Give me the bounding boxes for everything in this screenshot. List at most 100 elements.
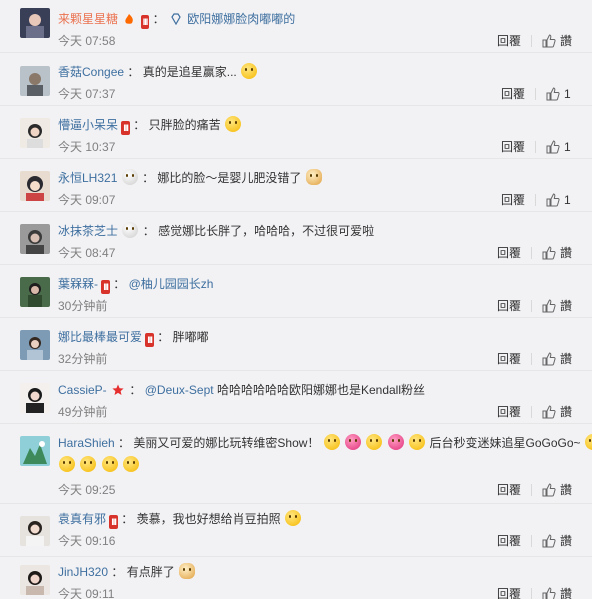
avatar[interactable] <box>20 224 50 254</box>
avatar[interactable] <box>20 516 50 546</box>
avatar[interactable] <box>20 330 50 360</box>
red-star-icon <box>112 383 124 395</box>
divider <box>530 247 532 259</box>
comment-meta: 今天 08:47 回覆 讚 <box>58 244 572 262</box>
comment-body: 香菇Congee ： 真的是追星赢家... <box>58 63 572 81</box>
vip-badge: III <box>140 15 150 29</box>
avatar[interactable] <box>20 277 50 307</box>
comment-body: 来颗星星糖 III ： 欧阳娜娜脸肉嘟嘟的 <box>58 12 296 29</box>
like-button[interactable]: 讚 <box>542 350 572 368</box>
comment-body: 娜比最棒最可爱 III ： 胖嘟嘟 <box>58 330 209 347</box>
reply-button[interactable]: 回覆 <box>501 191 525 209</box>
timestamp: 今天 09:11 <box>58 587 115 599</box>
comment-item: JinJH320 ： 有点胖了 今天 09:11 回覆 讚 <box>0 557 592 599</box>
reply-button[interactable]: 回覆 <box>497 481 521 499</box>
comment-text: 真的是追星赢家... <box>142 65 237 79</box>
avatar[interactable] <box>20 8 50 38</box>
thumbs-up-icon <box>542 534 556 548</box>
crying-face-emoji-icon <box>224 116 241 132</box>
crying-emoji-icon <box>284 510 301 526</box>
vip-badge: III <box>109 515 118 529</box>
like-count: 1 <box>564 193 571 207</box>
comment-actions: 回覆 讚 <box>497 481 572 499</box>
panda-badge-icon <box>122 222 139 238</box>
like-button[interactable]: 1 <box>546 138 572 156</box>
reply-button[interactable]: 回覆 <box>497 244 521 262</box>
comment-list: 来颗星星糖 III ： 欧阳娜娜脸肉嘟嘟的 今天 07:58 回覆 讚 香菇Co… <box>0 0 592 599</box>
mention-link[interactable]: @柚儿园园长zh <box>129 277 214 291</box>
reply-button[interactable]: 回覆 <box>497 532 521 550</box>
like-button[interactable]: 讚 <box>542 297 572 315</box>
avatar[interactable] <box>20 171 50 201</box>
divider <box>530 353 532 365</box>
like-button[interactable]: 讚 <box>542 481 572 499</box>
vip-badge: III <box>121 121 130 135</box>
like-button[interactable]: 1 <box>546 191 572 209</box>
shocked-emoji-icon <box>584 434 592 450</box>
reply-button[interactable]: 回覆 <box>497 585 521 599</box>
comment-meta: 今天 07:37 回覆 1 <box>58 85 572 103</box>
like-button[interactable]: 讚 <box>542 585 572 599</box>
reply-button[interactable]: 回覆 <box>497 297 521 315</box>
mention-link[interactable]: @Deux-Sept <box>145 383 214 397</box>
comment-item: HaraShieh ： 美丽又可爱的娜比玩转维密Show！ 后台秒变迷妹追星Go… <box>0 424 592 504</box>
username-link[interactable]: 香菇Congee <box>58 65 124 79</box>
reply-button[interactable]: 回覆 <box>501 138 525 156</box>
thumbs-up-icon <box>546 87 560 101</box>
username-link[interactable]: 葉槑槑- <box>58 277 98 291</box>
username-link[interactable]: 来颗星星糖 <box>58 12 118 26</box>
username-link[interactable]: HaraShieh <box>58 436 115 450</box>
comment-body: CassieP- ： @Deux-Sept 哈哈哈哈哈哈欧阳娜娜也是Kendal… <box>58 383 426 397</box>
username-link[interactable]: 懵逼小呆呆 <box>58 118 118 132</box>
divider <box>530 300 532 312</box>
thumbs-up-icon <box>542 299 556 313</box>
comment-meta: 今天 09:16 回覆 讚 <box>58 532 572 550</box>
like-button[interactable]: 讚 <box>542 244 572 262</box>
avatar[interactable] <box>20 436 50 466</box>
username-link[interactable]: JinJH320 <box>58 565 108 579</box>
username-link[interactable]: 娜比最棒最可爱 <box>58 330 142 344</box>
laughing-emoji-icon <box>241 63 258 79</box>
shocked-emoji-icon <box>101 456 118 472</box>
hearts-emoji-icon <box>345 434 362 450</box>
like-button[interactable]: 讚 <box>542 403 572 421</box>
reply-button[interactable]: 回覆 <box>497 32 521 50</box>
username-link[interactable]: 永恒LH321 <box>58 171 117 185</box>
avatar[interactable] <box>20 565 50 595</box>
username-link[interactable]: CassieP- <box>58 383 107 397</box>
thumbs-up-icon <box>542 483 556 497</box>
like-button[interactable]: 讚 <box>542 532 572 550</box>
avatar[interactable] <box>20 383 50 413</box>
cat-face-emoji-icon <box>305 169 322 185</box>
comment-actions: 回覆 讚 <box>497 532 572 550</box>
reply-button[interactable]: 回覆 <box>497 350 521 368</box>
thumbs-up-icon <box>542 246 556 260</box>
like-count: 1 <box>564 140 571 154</box>
comment-body: 永恒LH321 ： 娜比的脸～是婴儿肥没错了 <box>58 169 572 187</box>
comment-meta: 今天 09:07 回覆 1 <box>58 191 572 209</box>
comment-text: 娜比的脸～是婴儿肥没错了 <box>157 171 302 185</box>
comment-meta: 49分钟前 回覆 讚 <box>58 403 572 421</box>
vip-badge: III <box>101 280 110 294</box>
username-link[interactable]: 袁真有邪 <box>58 512 106 526</box>
like-count: 讚 <box>559 34 572 48</box>
like-button[interactable]: 讚 <box>542 32 572 50</box>
thumbs-up-icon <box>542 405 556 419</box>
comment-actions: 回覆 1 <box>501 138 572 156</box>
username-link[interactable]: 冰抹茶芝士 <box>58 224 118 238</box>
avatar[interactable] <box>20 118 50 148</box>
reply-button[interactable]: 回覆 <box>501 85 525 103</box>
like-button[interactable]: 1 <box>546 85 572 103</box>
divider <box>530 406 532 418</box>
comment-body: 冰抹茶芝士 ： 感觉娜比长胖了，哈哈哈，不过很可爱啦 <box>58 222 375 238</box>
comment-meta: 30分钟前 回覆 讚 <box>58 297 572 315</box>
thumbs-up-icon <box>542 587 556 599</box>
comment-text[interactable]: 欧阳娜娜脸肉嘟嘟的 <box>187 12 295 26</box>
comment-item: 葉槑槑- III ： @柚儿园园长zh 30分钟前 回覆 讚 <box>0 265 592 318</box>
comment-actions: 回覆 1 <box>501 85 572 103</box>
reply-button[interactable]: 回覆 <box>497 403 521 421</box>
divider <box>530 588 532 599</box>
shocked-emoji-icon <box>59 456 75 472</box>
avatar[interactable] <box>20 66 50 96</box>
comment-actions: 回覆 讚 <box>497 244 572 262</box>
